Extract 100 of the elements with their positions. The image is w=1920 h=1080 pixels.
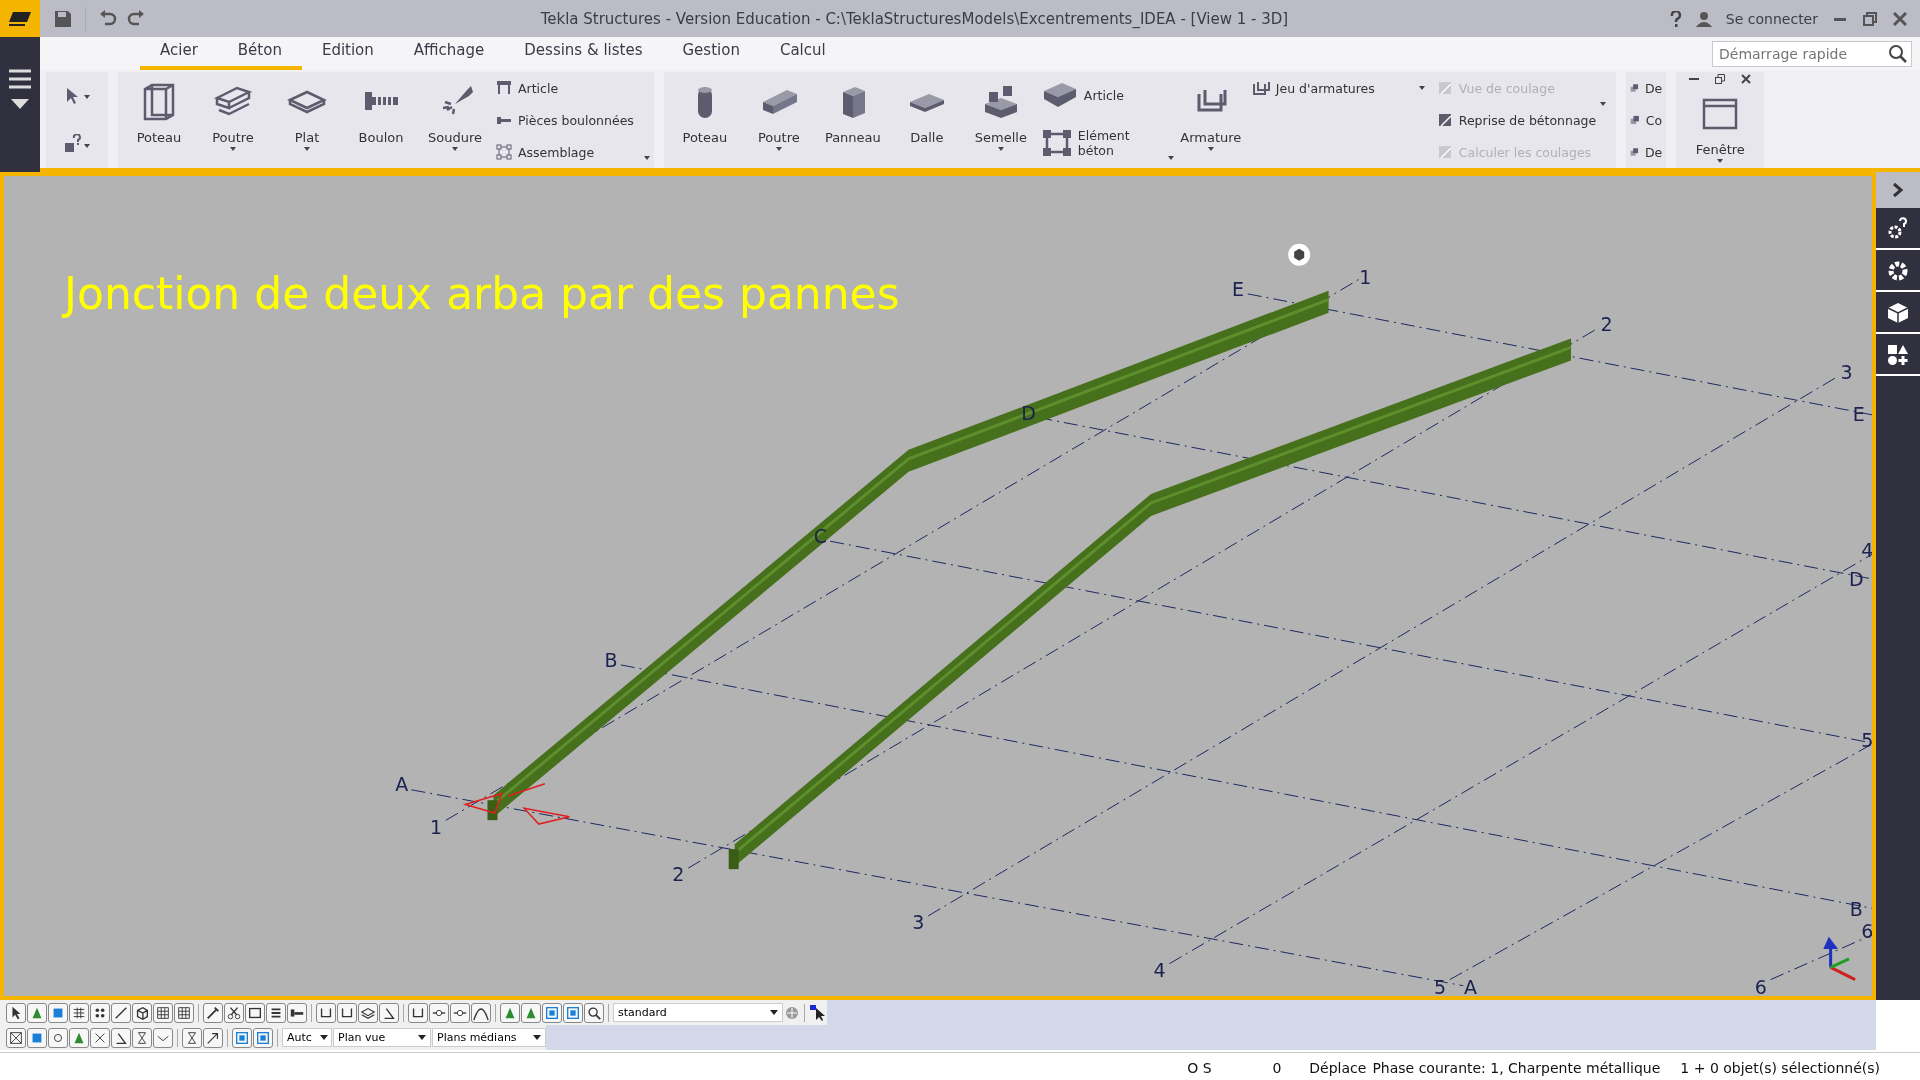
hatch-tool-button[interactable] <box>69 1002 89 1023</box>
grid-label: 5 <box>1433 975 1447 996</box>
arrow-tool-button[interactable] <box>203 1027 223 1048</box>
help-icon[interactable] <box>1669 10 1682 27</box>
snap-plane-dropdown[interactable]: Plans médians <box>432 1028 546 1047</box>
hourglass-tool-button[interactable] <box>132 1027 152 1048</box>
scissors-tool-button[interactable] <box>224 1002 244 1023</box>
hourglass-tool-button[interactable] <box>182 1027 202 1048</box>
concrete-part-menu-item[interactable]: Article <box>1041 79 1158 112</box>
rebar-button[interactable]: Armature <box>1173 72 1248 168</box>
quick-launch-field[interactable]: Démarrage rapide <box>1712 41 1912 67</box>
user-icon <box>1695 10 1712 27</box>
assembly-menu-item[interactable]: Assemblage <box>496 142 634 162</box>
plate-button[interactable]: Plat <box>270 72 344 168</box>
footing-button[interactable]: Semelle <box>963 72 1038 168</box>
inquire-icon[interactable] <box>64 133 90 154</box>
restore-icon[interactable] <box>1862 10 1878 27</box>
frame-tool-button[interactable] <box>253 1027 273 1048</box>
pour-icon <box>1436 112 1453 128</box>
pointer-tool-button[interactable] <box>6 1002 26 1023</box>
layers-tool-button[interactable] <box>358 1002 378 1023</box>
triangle-tool-button[interactable] <box>27 1002 47 1023</box>
list-tool-button[interactable] <box>266 1002 286 1023</box>
rectangle-tool-button[interactable] <box>245 1002 265 1023</box>
caret-icon[interactable] <box>1167 156 1174 160</box>
beam-button[interactable]: Poutre <box>196 72 270 168</box>
bracket-tool-button[interactable] <box>316 1002 336 1023</box>
detail-menu-item[interactable]: De <box>1630 142 1663 162</box>
close-icon[interactable] <box>1741 74 1752 84</box>
window-title: Tekla Structures - Version Education - C:\TeklaStructuresModels\Excentrements_IDEA - [View 1 - 3D] <box>539 9 1290 28</box>
bracket-tool-button[interactable] <box>408 1002 428 1023</box>
concrete-beam-button[interactable]: Poutre <box>741 72 816 168</box>
wand-tool-button[interactable] <box>203 1002 223 1023</box>
cut-menu-item[interactable]: Co <box>1630 110 1663 130</box>
bracket-tool-button[interactable] <box>337 1002 357 1023</box>
view-dropdown[interactable]: standard <box>613 1003 783 1022</box>
circle-tool-button[interactable] <box>48 1027 68 1048</box>
column-button[interactable]: Poteau <box>122 72 196 168</box>
dots-tool-button[interactable] <box>90 1002 110 1023</box>
sign-in-link[interactable]: Se connecter <box>1725 10 1818 27</box>
bolt-button[interactable]: Boulon <box>344 72 418 168</box>
grid-tool-button[interactable] <box>153 1002 173 1023</box>
close-icon[interactable] <box>1892 10 1908 27</box>
element-frame-icon <box>1041 129 1072 158</box>
concrete-block-icon <box>1041 81 1078 110</box>
zoom-tool-button[interactable] <box>584 1002 604 1023</box>
save-icon[interactable] <box>54 9 72 28</box>
angle-tool-button[interactable] <box>111 1027 131 1048</box>
weld-button[interactable]: Soudure <box>418 72 492 168</box>
view-plane-dropdown[interactable]: Plan vue <box>333 1028 431 1047</box>
triangle-tool-button[interactable] <box>521 1002 541 1023</box>
checker-icon[interactable] <box>784 1004 800 1021</box>
caret-icon[interactable] <box>643 156 650 160</box>
detail-menu-item[interactable]: De <box>1630 78 1663 98</box>
node-tool-button[interactable] <box>450 1002 470 1023</box>
grid-label: D <box>1021 401 1036 424</box>
bolted-parts-menu-item[interactable]: Pièces boulonnées <box>496 110 634 130</box>
caret-icon[interactable] <box>1600 102 1607 106</box>
handle-arrows-icon[interactable] <box>464 782 571 825</box>
concrete-column-button[interactable]: Poteau <box>667 72 742 168</box>
slab-button[interactable]: Dalle <box>889 72 964 168</box>
ribbon-tab[interactable]: Calcul <box>759 35 846 70</box>
rebar-set-menu-item[interactable]: Jeu d'armatures <box>1251 78 1375 98</box>
menu-icon[interactable] <box>9 69 31 89</box>
frame-tool-button[interactable] <box>542 1002 562 1023</box>
grid-tool-button[interactable] <box>174 1002 194 1023</box>
node-tool-button[interactable] <box>429 1002 449 1023</box>
grid-label: E <box>1231 278 1244 300</box>
ribbon-tab[interactable]: Edition <box>301 35 394 70</box>
cross-tool-button[interactable] <box>90 1027 110 1048</box>
square-tool-button[interactable] <box>27 1027 47 1048</box>
crossed-box-tool-button[interactable] <box>6 1027 26 1048</box>
redo-icon[interactable] <box>127 9 145 28</box>
triangle-tool-button[interactable] <box>500 1002 520 1023</box>
app-logo-icon[interactable] <box>0 0 40 37</box>
line-tool-button[interactable] <box>111 1002 131 1023</box>
ribbon-tab[interactable]: Affichage <box>393 35 505 70</box>
grid-label: 2 <box>672 863 685 886</box>
caret-icon[interactable] <box>1418 86 1425 90</box>
ribbon-tab[interactable]: Gestion <box>662 35 760 70</box>
square-tool-button[interactable] <box>48 1002 68 1023</box>
chevron-right-icon[interactable] <box>1876 172 1920 208</box>
angle-tool-button[interactable] <box>379 1002 399 1023</box>
bolt-tool-button[interactable] <box>287 1002 307 1023</box>
ribbon-tab[interactable]: Dessins & listes <box>504 35 663 70</box>
panel-button[interactable]: Panneau <box>815 72 890 168</box>
restore-icon[interactable] <box>1715 74 1726 84</box>
concrete-element-menu-item[interactable]: Elément béton <box>1041 125 1158 161</box>
snap-depth-dropdown[interactable]: Autc <box>282 1028 332 1047</box>
frame-tool-button[interactable] <box>232 1027 252 1048</box>
curve-tool-button[interactable] <box>471 1002 491 1023</box>
pour-break-menu-item[interactable]: Reprise de bétonnage <box>1436 110 1597 130</box>
select-pointer-icon[interactable] <box>809 1003 827 1022</box>
triangle-down-icon[interactable] <box>11 99 29 109</box>
triangle-tool-button[interactable] <box>69 1027 89 1048</box>
part-menu-item[interactable]: Article <box>496 78 634 98</box>
undo-icon[interactable] <box>99 9 117 28</box>
view-cube-icon[interactable] <box>1288 243 1311 266</box>
cube-tool-button[interactable] <box>132 1002 152 1023</box>
frame-tool-button[interactable] <box>563 1002 583 1023</box>
